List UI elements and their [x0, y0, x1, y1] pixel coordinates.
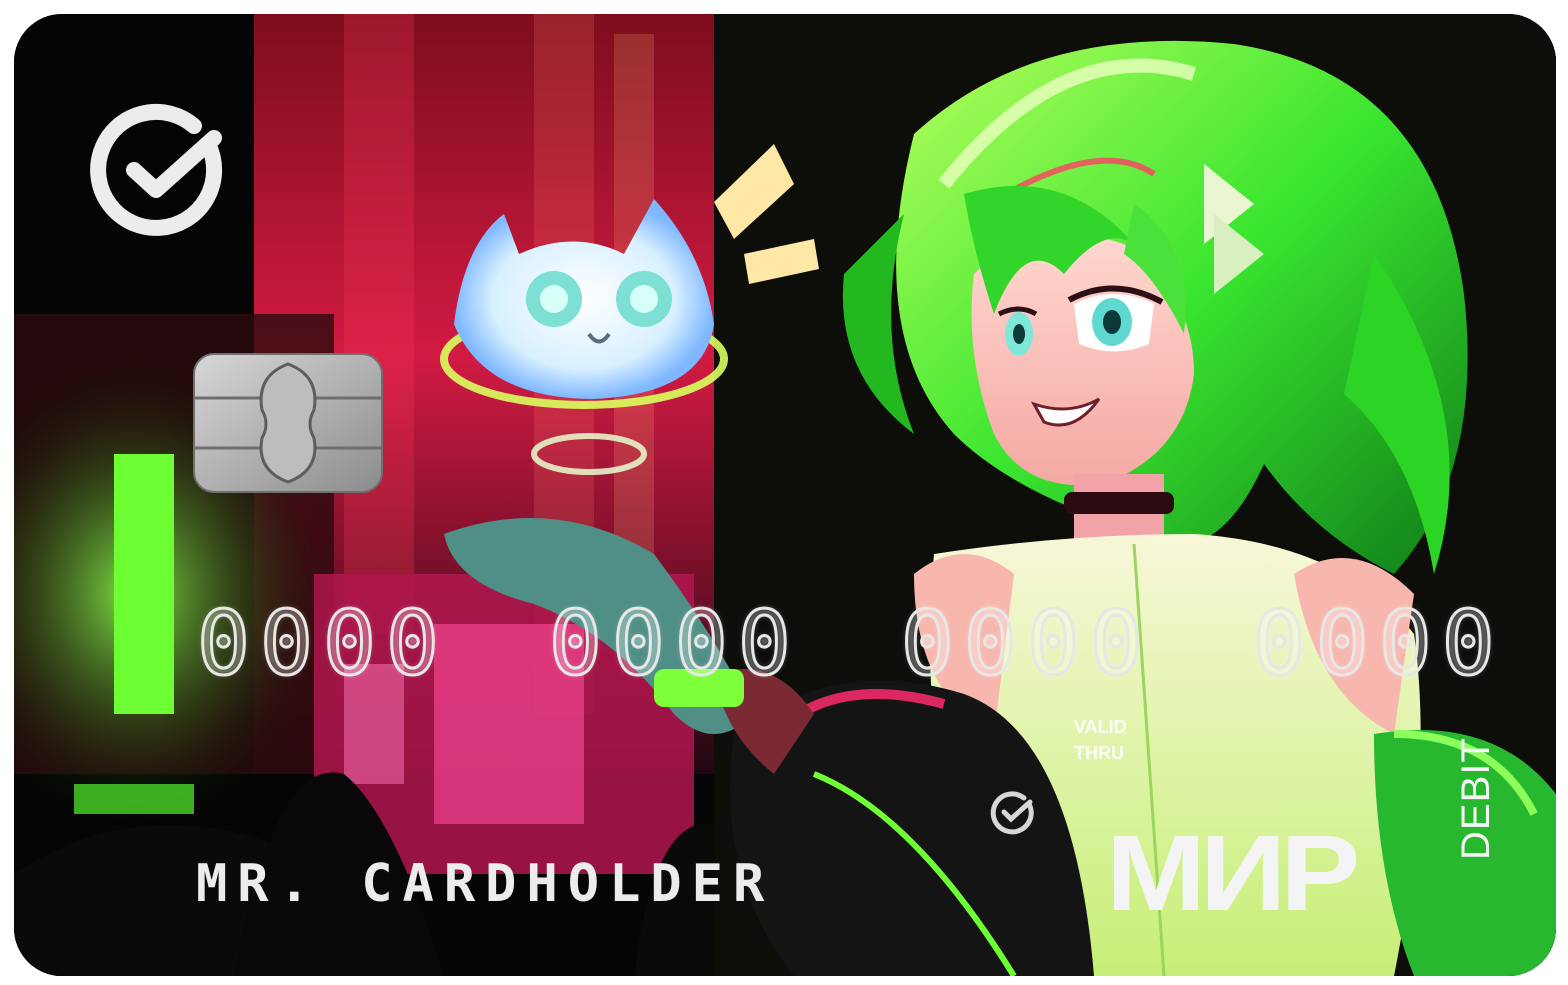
valid-thru-label: VALID THRU: [1074, 714, 1127, 766]
emv-chip-icon: [193, 353, 383, 493]
card-number: 0000 0000 0000 0000: [196, 591, 1505, 697]
valid-label-line2: THRU: [1074, 743, 1124, 763]
valid-label-line1: VALID: [1074, 717, 1127, 737]
card-number-group-3: 0000: [899, 591, 1153, 697]
cardholder-name: MR. CARDHOLDER: [196, 854, 775, 914]
bank-logo-icon: [90, 103, 223, 236]
bank-card: 0000 0000 0000 0000 VALID THRU MR. CARDH…: [14, 14, 1556, 976]
card-number-group-1: 0000: [196, 591, 449, 697]
small-bank-logo-icon: [990, 791, 1034, 835]
card-type-label: DEBIT: [1454, 737, 1498, 860]
mir-payment-logo: МИР: [1106, 812, 1360, 934]
card-number-group-2: 0000: [547, 591, 801, 697]
card-number-group-4: 0000: [1251, 591, 1505, 697]
